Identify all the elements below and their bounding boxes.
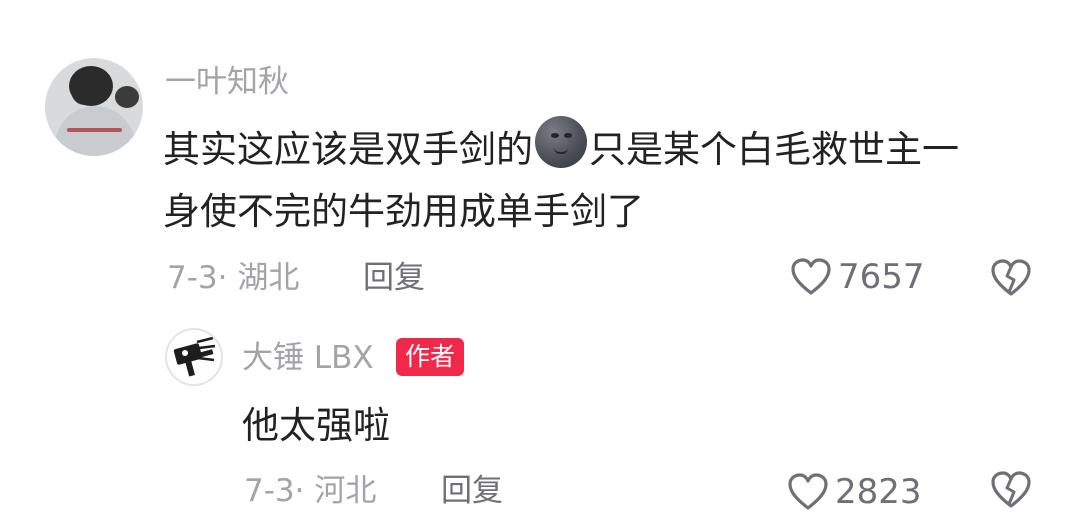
avatar[interactable] — [45, 58, 143, 156]
reply-text: 他太强啦 — [242, 404, 390, 447]
broken-heart-icon[interactable] — [990, 258, 1032, 298]
reply-button[interactable]: 回复 — [363, 258, 425, 298]
reply-reply-button[interactable]: 回复 — [441, 471, 503, 511]
reply-like-count: 2823 — [835, 472, 922, 512]
avatar-hair — [69, 66, 113, 106]
comment-text-line-1: 其实这应该是双手剑的 只是某个白毛救世主一 — [163, 116, 959, 181]
avatar-pet — [115, 86, 139, 108]
reply-date-location: 7-3· 河北 — [244, 473, 377, 509]
reply-avatar[interactable] — [165, 328, 223, 386]
avatar-stripe — [67, 128, 122, 132]
like-count: 7657 — [838, 257, 925, 297]
comment-text-line-2: 身使不完的牛劲用成单手剑了 — [163, 190, 644, 233]
heart-outline-icon — [788, 473, 828, 510]
heart-outline-icon — [791, 258, 831, 295]
comment-text-segment-2: 只是某个白毛救世主一 — [589, 128, 959, 171]
broken-heart-icon[interactable] — [990, 470, 1032, 510]
moon-face-emoji-icon — [535, 116, 587, 168]
comment-text: 其实这应该是双手剑的 只是某个白毛救世主一 身使不完的牛劲用成单手剑了 — [163, 116, 959, 243]
comment-thread: 一叶知秋 其实这应该是双手剑的 只是某个白毛救世主一 身使不完的牛劲用成单手剑了 … — [0, 0, 1080, 523]
comment-date-location: 7-3· 湖北 — [167, 260, 300, 296]
like-button[interactable]: 7657 — [790, 254, 925, 300]
reply-like-button[interactable]: 2823 — [787, 469, 922, 515]
hammer-logo-icon — [173, 336, 216, 377]
comment-text-segment-1: 其实这应该是双手剑的 — [163, 128, 533, 171]
author-badge: 作者 — [396, 338, 465, 376]
reply-username[interactable]: 大锤 LBX — [242, 339, 374, 377]
comment-username[interactable]: 一叶知秋 — [165, 63, 289, 101]
